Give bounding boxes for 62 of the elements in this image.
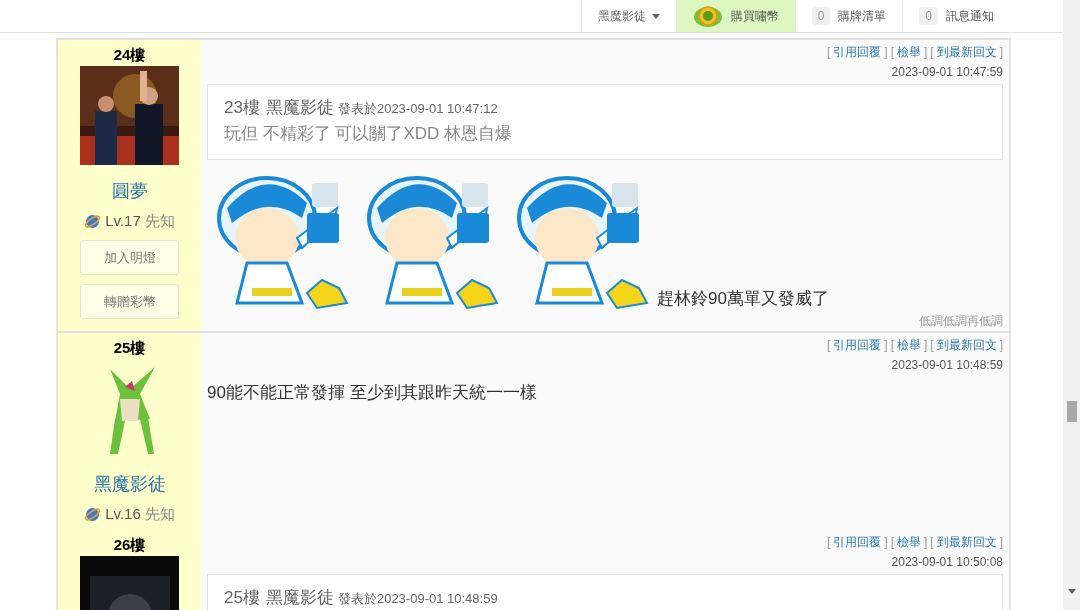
bracket-text: ]	[923, 44, 928, 60]
post-timestamp: 2023-09-01 10:50:08	[891, 554, 1003, 570]
quote-floor: 23樓	[224, 97, 260, 119]
action-button[interactable]: 轉贈彩幣	[80, 284, 179, 319]
level-text: Lv.17	[105, 211, 141, 231]
bracket-text: [	[826, 534, 831, 550]
bracket-text: ]	[999, 44, 1003, 60]
bracket-text: [	[826, 337, 831, 353]
quote-floor: 25樓	[224, 587, 260, 609]
username-link[interactable]: 圓夢	[111, 179, 148, 203]
scrollbar[interactable]	[1063, 0, 1080, 610]
count-badge: 0	[919, 7, 938, 25]
quote-text: 玩但 不精彩了 可以關了XDD 林恩自爆	[224, 122, 514, 145]
bracket-text: ]	[999, 534, 1003, 550]
post-action-link[interactable]: 到最新回文	[936, 534, 997, 550]
bracket-text: ]	[999, 337, 1003, 353]
user-menu[interactable]: 黑魔影徒	[580, 0, 676, 32]
floor-number: 24樓	[113, 45, 146, 65]
action-button[interactable]: 加入明燈	[80, 240, 179, 275]
bracket-text: [	[890, 44, 894, 60]
quote-author: 黑魔影徒	[265, 587, 334, 609]
bracket-text: [	[890, 337, 894, 353]
post-action-link[interactable]: 檢舉	[896, 44, 921, 60]
post-text: 90能不能正常發揮 至少到其跟昨天統一一樣	[207, 382, 537, 404]
bracket-text: [	[930, 44, 934, 60]
floor-number: 25樓	[113, 338, 146, 358]
bracket-text: ]	[884, 337, 888, 353]
username-link[interactable]: 黑魔影徒	[93, 472, 166, 496]
quote-author: 黑魔影徒	[265, 97, 334, 119]
bracket-text: ]	[884, 44, 888, 60]
scroll-down-icon[interactable]	[1067, 589, 1076, 594]
coin-icon	[692, 4, 723, 28]
bracket-text: ]	[923, 337, 928, 353]
bracket-text: [	[890, 534, 894, 550]
bracket-text: ]	[884, 534, 888, 550]
caret-icon	[651, 13, 660, 19]
quote-date: 發表於2023-09-01 10:47:12	[337, 100, 498, 118]
level-text: Lv.16	[105, 504, 141, 524]
post-action-link[interactable]: 到最新回文	[936, 44, 997, 60]
post-timestamp: 2023-09-01 10:48:59	[891, 357, 1003, 373]
count-badge: 0	[811, 7, 831, 25]
bracket-text: [	[930, 337, 934, 353]
post-action-link[interactable]: 到最新回文	[936, 337, 997, 353]
post-action-link[interactable]: 檢舉	[896, 534, 921, 550]
post-action-link[interactable]: 引用回覆	[833, 337, 882, 353]
quote-date: 發表於2023-09-01 10:48:59	[337, 590, 498, 608]
buy-coins-button[interactable]: 購買嘯幣	[675, 0, 795, 32]
post-action-link[interactable]: 檢舉	[896, 337, 921, 353]
planet-icon	[84, 212, 102, 230]
planet-icon	[84, 505, 102, 523]
post-timestamp: 2023-09-01 10:47:59	[891, 64, 1003, 80]
scrollbar-thumb[interactable]	[1066, 401, 1077, 422]
bracket-text: [	[826, 44, 831, 60]
rank-text: 先知	[144, 504, 175, 524]
post-text: 趕林鈴90萬單又發威了	[657, 287, 829, 310]
bracket-text: [	[930, 534, 934, 550]
post-action-link[interactable]: 引用回覆	[833, 44, 882, 60]
rank-text: 先知	[144, 211, 175, 231]
bracket-text: ]	[923, 534, 928, 550]
signature-text: 低調低調再低調	[919, 313, 1003, 329]
post-action-link[interactable]: 引用回覆	[833, 534, 882, 550]
floor-number: 26樓	[113, 535, 146, 555]
